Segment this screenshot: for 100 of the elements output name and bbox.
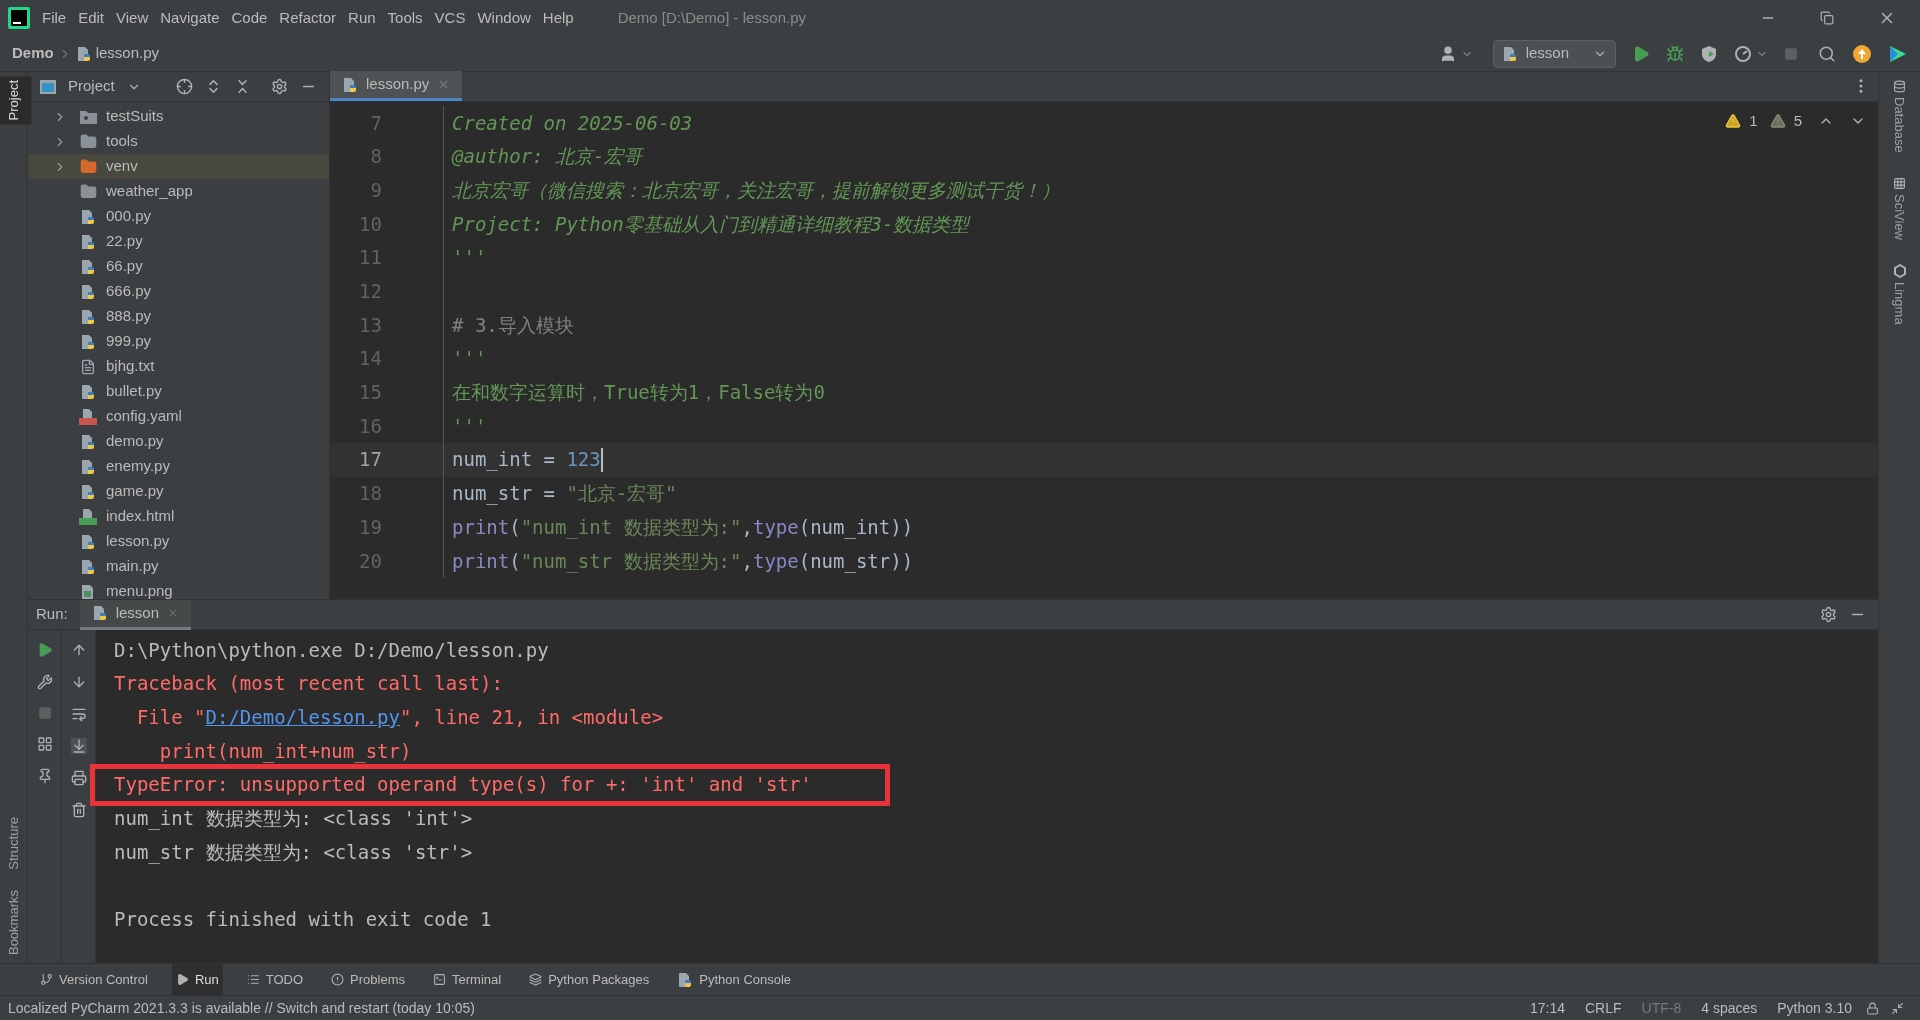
tool-window-button[interactable]: Python Packages: [525, 963, 654, 996]
tree-item[interactable]: 888.py: [28, 304, 329, 329]
menu-item[interactable]: Help: [542, 6, 574, 30]
status-item[interactable]: 17:14: [1529, 997, 1565, 1019]
print-icon[interactable]: [70, 770, 87, 786]
locate-icon[interactable]: [176, 78, 193, 95]
search-icon[interactable]: [1818, 44, 1836, 63]
problems-icon: [331, 973, 345, 986]
layout-icon[interactable]: [36, 736, 53, 752]
tree-item-label: main.py: [106, 556, 159, 577]
tree-item[interactable]: 999.py: [28, 329, 329, 354]
tree-item-label: 66.py: [106, 256, 143, 277]
tree-item[interactable]: bullet.py: [28, 379, 329, 404]
settings-icon[interactable]: [1820, 606, 1837, 623]
tool-window-tab[interactable]: Structure: [0, 813, 32, 874]
line-number: 12: [358, 279, 382, 305]
run-icon[interactable]: [1632, 44, 1650, 63]
tool-window-tab[interactable]: Project: [0, 76, 32, 125]
tree-item[interactable]: enemy.py: [28, 454, 329, 479]
tool-window-button[interactable]: Version Control: [36, 963, 152, 996]
menu-item[interactable]: Run: [348, 6, 376, 30]
menu-item[interactable]: Tools: [387, 6, 423, 30]
yaml-file-icon: [79, 408, 97, 425]
tree-item[interactable]: bjhg.txt: [28, 354, 329, 379]
tool-window-button[interactable]: TODO: [242, 963, 308, 996]
menu-item[interactable]: Refactor: [279, 6, 337, 30]
coverage-icon[interactable]: [1700, 44, 1718, 63]
breadcrumb[interactable]: Demo: [12, 42, 54, 65]
console-line: print(num_int+num_str): [158, 738, 412, 765]
python-file-icon: [80, 283, 96, 300]
tree-item[interactable]: weather_app: [28, 179, 329, 204]
tool-window-button[interactable]: Problems: [327, 963, 409, 996]
code-text: # 3.导入模块: [452, 312, 574, 338]
profile-icon[interactable]: [1734, 44, 1752, 63]
editor-tab[interactable]: lesson.py: [330, 71, 463, 101]
folder-icon: [79, 183, 97, 200]
tree-item[interactable]: 666.py: [28, 279, 329, 304]
run-tab[interactable]: lesson: [79, 599, 192, 630]
menu-item[interactable]: View: [116, 6, 149, 30]
code-text: ''': [452, 245, 487, 271]
debug-icon[interactable]: [1666, 44, 1684, 63]
tree-item-label: weather_app: [106, 181, 193, 202]
layers-icon: [529, 973, 543, 986]
python-icon: [91, 605, 108, 621]
status-item[interactable]: 4 spaces: [1701, 997, 1758, 1019]
wrench-icon[interactable]: [36, 674, 53, 690]
update-icon[interactable]: [1852, 43, 1872, 64]
tree-item-label: 666.py: [106, 281, 152, 302]
plugin-logo-icon[interactable]: [1888, 43, 1908, 64]
tree-item[interactable]: 000.py: [28, 204, 329, 229]
tool-window-button[interactable]: Terminal: [429, 963, 506, 996]
warning-count[interactable]: 1: [1749, 110, 1758, 133]
tree-item-label: 000.py: [106, 206, 152, 227]
menu-item[interactable]: File: [42, 6, 67, 30]
trash-icon[interactable]: [70, 802, 87, 818]
tool-window-tab[interactable]: SciView: [1889, 176, 1910, 240]
lock-icon[interactable]: [1866, 1001, 1879, 1015]
tool-window-button[interactable]: Run: [171, 963, 223, 996]
tree-item[interactable]: 66.py: [28, 254, 329, 279]
menu-item[interactable]: Code: [231, 6, 268, 30]
tree-item[interactable]: lesson.py: [28, 529, 329, 554]
tool-window-button[interactable]: Python Console: [673, 963, 796, 996]
window-title: Demo [D:\Demo] - lesson.py: [617, 7, 807, 28]
menu-item[interactable]: Navigate: [160, 6, 220, 30]
tree-item[interactable]: main.py: [28, 554, 329, 579]
tree-item[interactable]: index.html: [28, 504, 329, 529]
tree-item[interactable]: tools: [28, 129, 329, 154]
tree-item[interactable]: 22.py: [28, 229, 329, 254]
tree-item-label: 22.py: [106, 231, 143, 252]
menu-item[interactable]: VCS: [434, 6, 466, 30]
menu-item[interactable]: Window: [477, 6, 531, 30]
line-number: 11: [358, 245, 382, 271]
menu-item[interactable]: Edit: [78, 6, 105, 30]
tree-item-label: lesson.py: [106, 531, 170, 552]
tree-item[interactable]: venv: [28, 154, 329, 179]
tool-window-tab[interactable]: Database: [1889, 80, 1910, 153]
warning-icon: [1725, 113, 1742, 130]
tool-window-tab[interactable]: Lingma: [1889, 263, 1910, 325]
panel-title[interactable]: Project: [68, 75, 115, 98]
python-icon: [1501, 45, 1518, 62]
status-message[interactable]: Localized PyCharm 2021.3.3 is available // Switch and restart (today 10:05): [8, 997, 475, 1019]
tree-item[interactable]: demo.py: [28, 429, 329, 454]
code-text: 在和数字运算时，True转为1，False转为0: [452, 380, 825, 406]
status-item[interactable]: CRLF: [1585, 997, 1622, 1019]
tree-item[interactable]: config.yaml: [28, 404, 329, 429]
tool-window-tab[interactable]: Bookmarks: [0, 885, 32, 959]
tree-item[interactable]: menu.png: [28, 579, 329, 599]
status-item[interactable]: Python 3.10: [1777, 997, 1852, 1019]
code-text: Created on 2025-06-03: [452, 110, 693, 136]
settings-icon[interactable]: [271, 78, 288, 95]
run-config-dropdown[interactable]: lesson: [1492, 39, 1616, 68]
breadcrumb[interactable]: lesson.py: [95, 42, 160, 65]
soft-wrap-icon[interactable]: [70, 706, 87, 722]
weak-warning-count[interactable]: 5: [1793, 110, 1802, 133]
branch-icon: [40, 973, 53, 986]
restore-icon[interactable]: [1820, 11, 1834, 25]
python-file-icon: [80, 483, 96, 500]
python-file-icon: [80, 383, 96, 400]
tree-item[interactable]: game.py: [28, 479, 329, 504]
scroll-to-end-icon[interactable]: [70, 738, 87, 754]
